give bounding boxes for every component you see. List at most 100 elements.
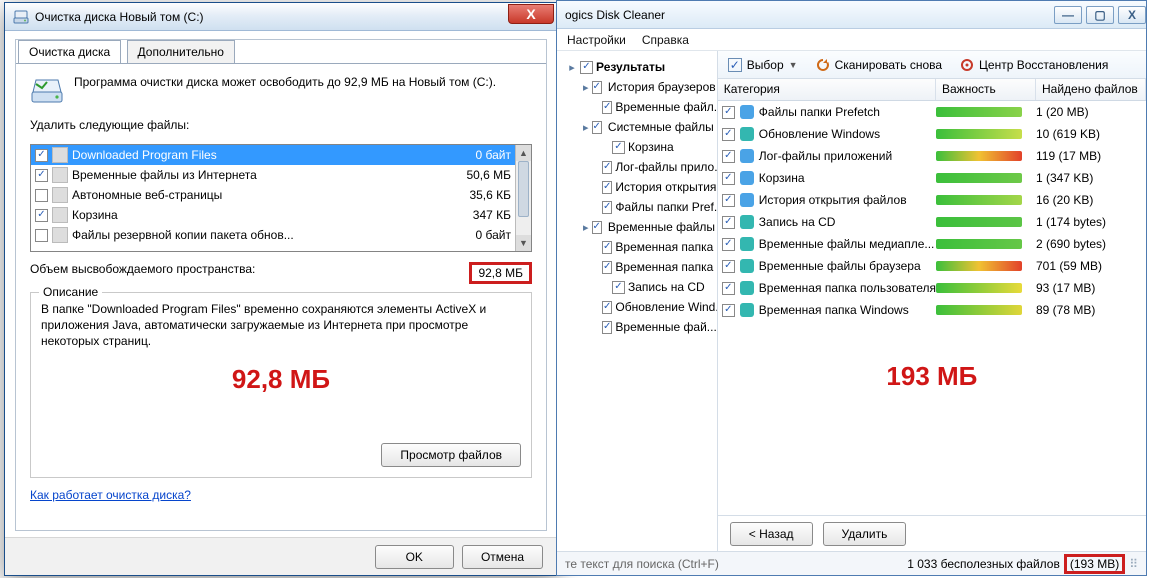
delete-button[interactable]: Удалить: [823, 522, 907, 546]
file-list: ✓Downloaded Program Files0 байт✓Временны…: [30, 144, 532, 252]
select-menu[interactable]: ✓ Выбор ▼: [728, 58, 798, 72]
tree-node[interactable]: ✓Лог-файлы прило...: [561, 157, 713, 177]
grid-row[interactable]: ✓Временная папка пользователя93 (17 MB): [718, 277, 1146, 299]
grid-row[interactable]: ✓Корзина1 (347 KB): [718, 167, 1146, 189]
grid-row[interactable]: ✓Обновление Windows10 (619 KB): [718, 123, 1146, 145]
tree-node[interactable]: ✓Запись на CD: [561, 277, 713, 297]
checkbox[interactable]: ✓: [602, 181, 612, 194]
ok-button[interactable]: OK: [375, 545, 454, 569]
checkbox[interactable]: ✓: [592, 221, 602, 234]
checkbox[interactable]: ✓: [602, 201, 612, 214]
view-files-button[interactable]: Просмотр файлов: [381, 443, 521, 467]
row-name: Временная папка Windows: [759, 303, 909, 317]
checkbox[interactable]: ✓: [612, 141, 625, 154]
file-row[interactable]: ✓Downloaded Program Files0 байт: [31, 145, 531, 165]
back-button[interactable]: < Назад: [730, 522, 813, 546]
grid-row[interactable]: ✓История открытия файлов16 (20 KB): [718, 189, 1146, 211]
scroll-up-icon[interactable]: ▲: [516, 145, 531, 161]
tree-node[interactable]: ▸✓История браузеров: [561, 77, 713, 97]
tree-node[interactable]: ✓Временная папка ...: [561, 257, 713, 277]
checkbox[interactable]: ✓: [592, 81, 602, 94]
checkbox[interactable]: ✓: [722, 150, 735, 163]
checkbox[interactable]: ✓: [602, 241, 612, 254]
tree-node[interactable]: ✓Временная папка ...: [561, 237, 713, 257]
scroll-down-icon[interactable]: ▼: [516, 235, 531, 251]
toolbar: ✓ Выбор ▼ Сканировать снова Центр Восста…: [718, 51, 1146, 79]
menu-settings[interactable]: Настройки: [567, 33, 626, 47]
checkbox[interactable]: ✓: [722, 128, 735, 141]
checkbox[interactable]: ✓: [35, 169, 48, 182]
tree-node[interactable]: ✓Файлы папки Pref...: [561, 197, 713, 217]
checkbox[interactable]: ✓: [722, 172, 735, 185]
results-tree: ▸ ✓ Результаты ▸✓История браузеров✓Време…: [557, 51, 718, 551]
close-button[interactable]: X: [508, 4, 554, 24]
grid-row[interactable]: ✓Лог-файлы приложений119 (17 MB): [718, 145, 1146, 167]
tree-node[interactable]: ✓Обновление Wind...: [561, 297, 713, 317]
close-button[interactable]: X: [1118, 6, 1146, 24]
checkbox[interactable]: ✓: [722, 238, 735, 251]
file-list-label: Удалить следующие файлы:: [30, 118, 532, 132]
titlebar[interactable]: ogics Disk Cleaner — ▢ X: [557, 1, 1146, 29]
status-size: (193 MB): [1064, 554, 1125, 574]
checkbox[interactable]: ✓: [612, 281, 625, 294]
checkbox[interactable]: ✓: [602, 261, 612, 274]
tab-cleanup[interactable]: Очистка диска: [18, 40, 121, 64]
expand-icon[interactable]: ▸: [583, 81, 589, 94]
scroll-thumb[interactable]: [518, 161, 529, 217]
checkbox[interactable]: ✓: [722, 106, 735, 119]
tree-node[interactable]: ✓Временные файл...: [561, 97, 713, 117]
checkbox[interactable]: [35, 189, 48, 202]
expand-icon[interactable]: ▸: [583, 121, 589, 134]
menu-help[interactable]: Справка: [642, 33, 689, 47]
tree-node[interactable]: ✓Корзина: [561, 137, 713, 157]
grid-row[interactable]: ✓Файлы папки Prefetch1 (20 MB): [718, 101, 1146, 123]
col-category[interactable]: Категория: [718, 79, 936, 100]
rescan-button[interactable]: Сканировать снова: [816, 58, 942, 72]
checkbox[interactable]: ✓: [722, 194, 735, 207]
dialog-body: Очистка диска Дополнительно Программа оч…: [15, 39, 547, 531]
file-row[interactable]: ✓Временные файлы из Интернета50,6 МБ: [31, 165, 531, 185]
tree-node[interactable]: ▸✓ Системные файлы: [561, 117, 713, 137]
checkbox[interactable]: ✓: [722, 304, 735, 317]
tree-node[interactable]: ▸✓Временные файлы: [561, 217, 713, 237]
tree-label: Временная папка ...: [615, 260, 717, 274]
checkbox[interactable]: ✓: [602, 161, 612, 174]
grid-row[interactable]: ✓Временные файлы медиапле...2 (690 bytes…: [718, 233, 1146, 255]
tree-node[interactable]: ✓Временные фай...: [561, 317, 713, 337]
grid-row[interactable]: ✓Временные файлы браузера701 (59 MB): [718, 255, 1146, 277]
tree-label: Запись на CD: [628, 280, 705, 294]
tree-root[interactable]: ▸ ✓ Результаты: [561, 57, 713, 77]
checkbox[interactable]: ✓: [722, 260, 735, 273]
col-importance[interactable]: Важность: [936, 79, 1036, 100]
tab-more[interactable]: Дополнительно: [127, 40, 235, 64]
grid-row[interactable]: ✓Запись на CD1 (174 bytes): [718, 211, 1146, 233]
help-link[interactable]: Как работает очистка диска?: [30, 488, 191, 502]
recovery-button[interactable]: Центр Восстановления: [960, 58, 1108, 72]
checkbox[interactable]: ✓: [602, 301, 612, 314]
checkbox[interactable]: ✓: [580, 61, 593, 74]
tree-label: Системные файлы: [608, 120, 714, 134]
checkbox[interactable]: ✓: [602, 321, 612, 334]
file-row[interactable]: Файлы резервной копии пакета обнов...0 б…: [31, 225, 531, 245]
checkbox[interactable]: ✓: [35, 209, 48, 222]
checkbox[interactable]: ✓: [722, 216, 735, 229]
resize-grip-icon[interactable]: ⠿: [1129, 557, 1138, 571]
expand-icon[interactable]: ▸: [567, 61, 577, 74]
checkbox[interactable]: ✓: [35, 149, 48, 162]
checkbox[interactable]: ✓: [592, 121, 602, 134]
checkbox[interactable]: ✓: [602, 101, 612, 114]
expand-icon[interactable]: ▸: [583, 221, 589, 234]
grid-row[interactable]: ✓Временная папка Windows89 (78 MB): [718, 299, 1146, 321]
col-found[interactable]: Найдено файлов: [1036, 79, 1146, 100]
file-row[interactable]: Автономные веб-страницы35,6 КБ: [31, 185, 531, 205]
checkbox[interactable]: ✓: [722, 282, 735, 295]
titlebar[interactable]: Очистка диска Новый том (C:) X: [5, 3, 557, 31]
maximize-button[interactable]: ▢: [1086, 6, 1114, 24]
file-icon: [52, 227, 68, 243]
scrollbar[interactable]: ▲ ▼: [515, 145, 531, 251]
checkbox[interactable]: [35, 229, 48, 242]
cancel-button[interactable]: Отмена: [462, 545, 543, 569]
minimize-button[interactable]: —: [1054, 6, 1082, 24]
file-row[interactable]: ✓Корзина347 КБ: [31, 205, 531, 225]
tree-node[interactable]: ✓История открытия...: [561, 177, 713, 197]
